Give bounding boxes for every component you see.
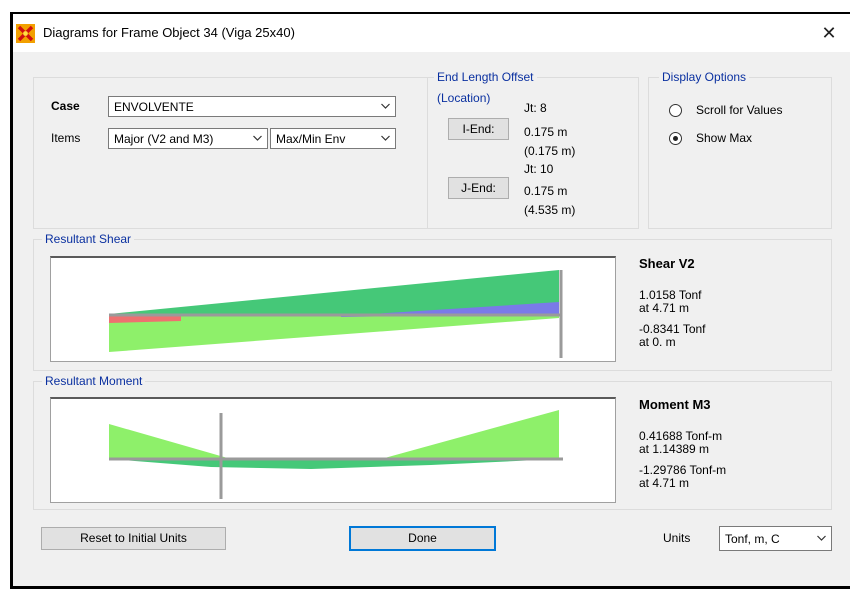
units-select-value: Tonf, m, C xyxy=(725,532,780,546)
j-end-location: (4.535 m) xyxy=(524,203,576,217)
i-end-location: (0.175 m) xyxy=(524,144,576,158)
close-icon[interactable]: ✕ xyxy=(816,21,842,45)
chevron-down-icon xyxy=(381,103,390,109)
shear-diagram-panel xyxy=(50,256,616,362)
shear-min-at: at 0. m xyxy=(639,335,676,349)
chevron-down-icon xyxy=(381,135,390,141)
reset-units-button[interactable]: Reset to Initial Units xyxy=(41,527,226,550)
moment-diagram-panel xyxy=(50,397,616,503)
items-component-select[interactable]: Major (V2 and M3) xyxy=(108,128,268,149)
case-select[interactable]: ENVOLVENTE xyxy=(108,96,396,117)
items-label: Items xyxy=(51,131,81,145)
scroll-for-values-radio[interactable] xyxy=(669,104,682,117)
units-select[interactable]: Tonf, m, C xyxy=(719,526,832,551)
diagrams-dialog: Diagrams for Frame Object 34 (Viga 25x40… xyxy=(13,14,850,586)
items-envelope-select[interactable]: Max/Min Env xyxy=(270,128,396,149)
items-envelope-value: Max/Min Env xyxy=(276,132,346,146)
display-options-title: Display Options xyxy=(659,70,750,84)
shear-envelope-min-fill xyxy=(109,316,559,352)
resultant-shear-title: Resultant Shear xyxy=(42,232,135,246)
moment-heading: Moment M3 xyxy=(639,397,711,412)
title-bar: Diagrams for Frame Object 34 (Viga 25x40… xyxy=(13,14,850,52)
moment-min-at: at 4.71 m xyxy=(639,476,690,490)
j-end-offset: 0.175 m xyxy=(524,184,568,198)
i-end-offset: 0.175 m xyxy=(524,125,568,139)
display-options-group: Display Options xyxy=(648,70,832,229)
sap2000-app-icon xyxy=(16,24,35,43)
case-label: Case xyxy=(51,99,80,113)
shear-max-at: at 4.71 m xyxy=(639,301,690,315)
moment-negative-left-fill xyxy=(109,424,231,459)
j-end-joint: Jt: 10 xyxy=(524,162,554,176)
radio-selected-dot xyxy=(672,135,678,141)
moment-max-at: at 1.14389 m xyxy=(639,442,710,456)
shear-diagram xyxy=(109,270,563,358)
location-label: (Location) xyxy=(437,91,491,105)
i-end-button[interactable]: I-End: xyxy=(448,118,509,140)
case-select-value: ENVOLVENTE xyxy=(114,100,194,114)
show-max-label[interactable]: Show Max xyxy=(696,131,752,145)
i-end-joint: Jt: 8 xyxy=(524,101,547,115)
shear-heading: Shear V2 xyxy=(639,256,695,271)
moment-negative-right-fill xyxy=(381,410,559,459)
end-length-offset-title: End Length Offset xyxy=(434,70,537,84)
chevron-down-icon xyxy=(817,535,826,541)
items-component-value: Major (V2 and M3) xyxy=(114,132,214,146)
chevron-down-icon xyxy=(253,135,262,141)
window-title: Diagrams for Frame Object 34 (Viga 25x40… xyxy=(43,25,295,40)
j-end-button[interactable]: J-End: xyxy=(448,177,509,199)
units-label: Units xyxy=(663,531,691,545)
resultant-moment-title: Resultant Moment xyxy=(42,374,146,388)
done-button[interactable]: Done xyxy=(349,526,496,551)
scroll-for-values-label[interactable]: Scroll for Values xyxy=(696,103,782,117)
show-max-radio[interactable] xyxy=(669,132,682,145)
moment-diagram xyxy=(109,410,563,499)
